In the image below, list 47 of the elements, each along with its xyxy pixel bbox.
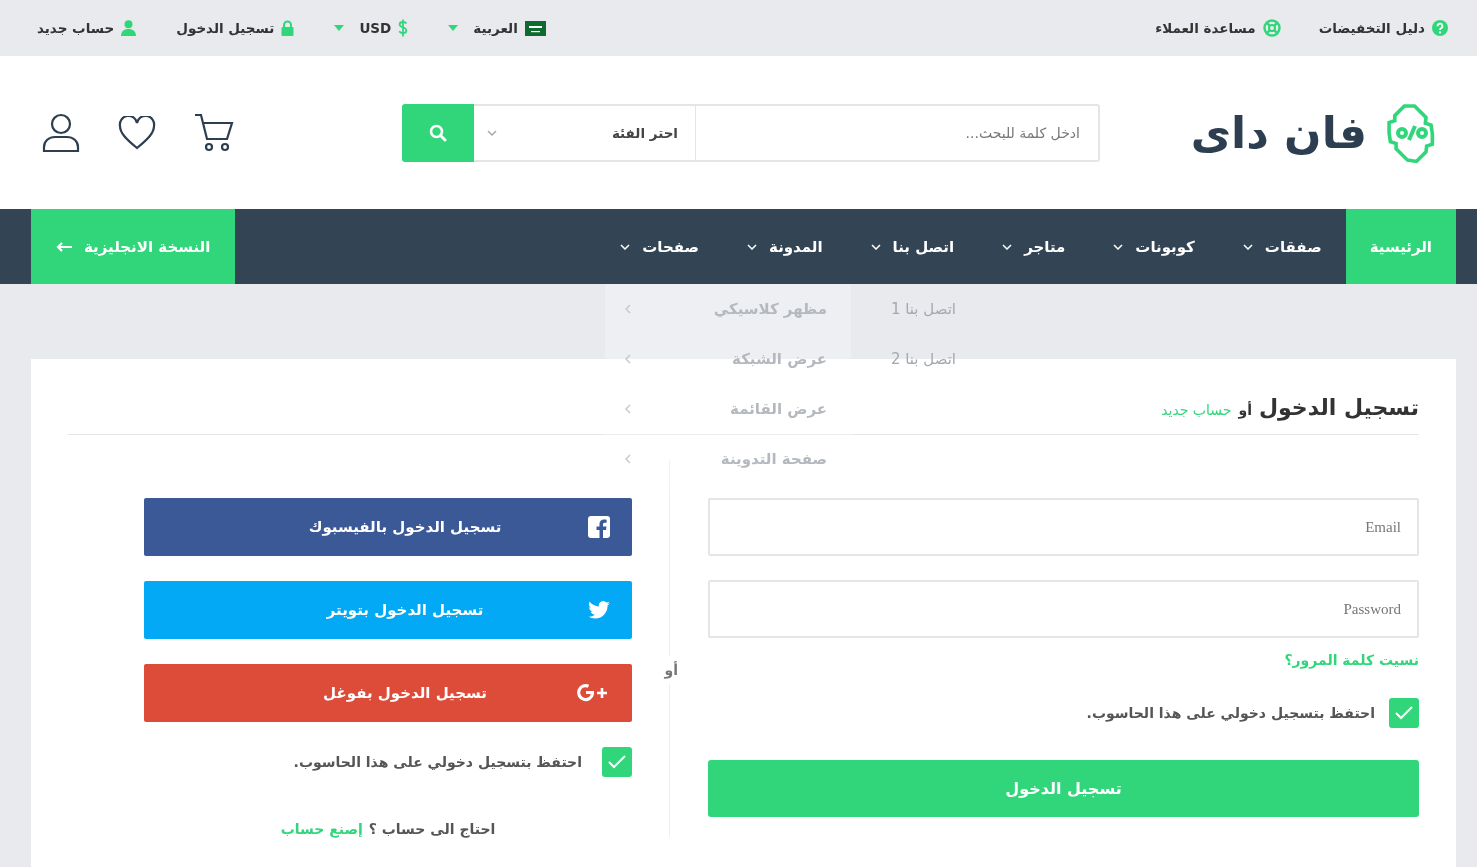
password-field[interactable]: Password xyxy=(708,580,1419,638)
search-field[interactable]: ادخل كلمة للبحث... xyxy=(696,103,1100,162)
chevron-left-icon xyxy=(625,404,631,414)
top-link[interactable]: مساعدة العملاء xyxy=(1155,20,1256,36)
nav-item[interactable]: صفقات xyxy=(1218,209,1346,284)
heart-icon xyxy=(118,115,156,150)
top-link[interactable]: دليل التخفيضات xyxy=(1318,20,1425,36)
google-plus-icon xyxy=(576,683,610,703)
flag-icon xyxy=(524,20,546,36)
nav-item[interactable]: صفحات xyxy=(596,209,724,284)
arrow-left-icon xyxy=(56,241,72,252)
facebook-icon xyxy=(588,516,610,538)
search-icon xyxy=(429,123,447,142)
chevron-left-icon xyxy=(625,354,631,364)
chevron-down-icon xyxy=(487,129,497,136)
signup-prompt: احتاج الى حساب ؟ xyxy=(368,821,496,837)
nav-item[interactable]: كوبونات xyxy=(1089,209,1219,284)
checkbox[interactable] xyxy=(602,747,632,777)
user-profile-icon xyxy=(42,112,80,153)
lock-icon xyxy=(281,20,295,36)
top-link[interactable]: تسجيل الدخول xyxy=(176,20,275,36)
google-login-button[interactable]: تسجيل الدخول بفوغل xyxy=(144,664,632,722)
card-title: تسجيل الدخول xyxy=(1258,395,1419,420)
nav-item[interactable]: متاجر xyxy=(978,209,1090,284)
facebook-login-button[interactable]: تسجيل الدخول بالفيسبوك xyxy=(144,498,632,556)
language-selector[interactable]: العربية xyxy=(473,20,518,36)
checkmark-icon xyxy=(608,755,626,769)
nav-item[interactable]: اتصل بنا xyxy=(846,209,979,284)
top-link[interactable]: حساب جديد xyxy=(37,20,115,36)
help-icon xyxy=(1432,20,1448,36)
email-field[interactable]: Email xyxy=(708,498,1419,556)
bird-icon xyxy=(588,601,610,619)
checkbox[interactable] xyxy=(1389,698,1419,728)
remember-label: احتفظ بتسجيل دخولي على هذا الحاسوب. xyxy=(1086,705,1375,721)
remember-label: احتفظ بتسجيل دخولي على هذا الحاسوب. xyxy=(293,754,582,770)
chevron-left-icon xyxy=(625,304,631,314)
lifebuoy-icon xyxy=(1262,19,1281,37)
search-button[interactable] xyxy=(402,103,474,162)
or-text: أو xyxy=(1238,402,1252,418)
currency-selector[interactable]: USD xyxy=(359,20,392,36)
checkmark-icon xyxy=(1395,706,1413,720)
nav-item[interactable]: المدونة xyxy=(723,209,847,284)
or-divider-text: أو xyxy=(664,656,678,684)
chevron-left-icon xyxy=(625,454,631,464)
dollar-icon xyxy=(398,19,409,37)
logo-text[interactable]: فان داى xyxy=(1190,110,1367,155)
user-icon xyxy=(121,20,137,36)
